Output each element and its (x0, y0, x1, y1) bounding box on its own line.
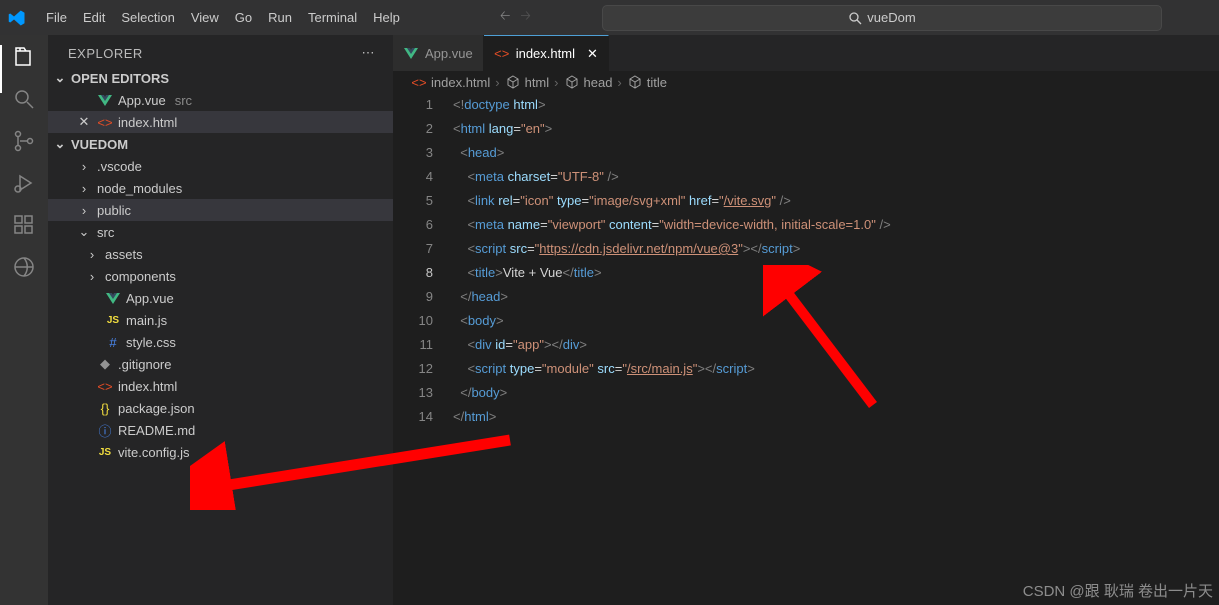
html-icon: <> (411, 74, 427, 90)
extensions-icon[interactable] (12, 213, 36, 237)
file-item[interactable]: JSmain.js (48, 309, 393, 331)
info-icon: ⓘ (97, 422, 113, 438)
file-item[interactable]: JSvite.config.js (48, 441, 393, 463)
tab-App-vue[interactable]: App.vue (393, 35, 484, 71)
cube-icon (564, 74, 580, 90)
tab-index-html[interactable]: <>index.html✕ (484, 35, 609, 71)
open-editors-header[interactable]: ⌄ OPEN EDITORS (48, 67, 393, 89)
folder-item[interactable]: ›.vscode (48, 155, 393, 177)
file-item[interactable]: ◆.gitignore (48, 353, 393, 375)
file-item[interactable]: ⓘREADME.md (48, 419, 393, 441)
breadcrumbs[interactable]: <>index.html›html›head›title (393, 71, 1219, 93)
close-icon[interactable]: ✕ (76, 114, 92, 130)
nav-back-icon[interactable]: 🡠 (500, 7, 511, 29)
menu-run[interactable]: Run (260, 6, 300, 29)
line-gutter: 1234567891011121314 (393, 93, 453, 605)
nav-forward-icon[interactable]: 🡢 (520, 7, 531, 29)
vue-icon (403, 45, 419, 61)
search-box[interactable]: vueDom (602, 5, 1162, 31)
explorer-title: EXPLORER (68, 46, 143, 61)
menu-edit[interactable]: Edit (75, 6, 113, 29)
explorer-icon[interactable] (12, 45, 36, 69)
css-icon: # (105, 334, 121, 350)
watermark: CSDN @跟 耿瑞 卷出一片天 (1023, 580, 1213, 601)
js-icon: JS (97, 444, 113, 460)
titlebar: FileEditSelectionViewGoRunTerminalHelp 🡠… (0, 0, 1219, 35)
cube-icon (627, 74, 643, 90)
activity-bar (0, 35, 48, 605)
chevron-down-icon: ⌄ (76, 224, 92, 240)
menu-file[interactable]: File (38, 6, 75, 29)
vue-icon (105, 290, 121, 306)
nav-arrows: 🡠 🡢 (500, 7, 531, 29)
file-item[interactable]: {}package.json (48, 397, 393, 419)
chevron-right-icon: › (84, 246, 100, 262)
search-text: vueDom (867, 10, 915, 25)
vue-icon (97, 92, 113, 108)
explorer-more-icon[interactable]: ⋯ (362, 45, 376, 61)
open-editor-item[interactable]: ✕<>index.html (48, 111, 393, 133)
json-icon: {} (97, 400, 113, 416)
file-item[interactable]: #style.css (48, 331, 393, 353)
js-icon: JS (105, 312, 121, 328)
menu-help[interactable]: Help (365, 6, 408, 29)
breadcrumb-item[interactable]: <>index.html (411, 74, 490, 90)
folder-item[interactable]: ›assets (48, 243, 393, 265)
source-control-icon[interactable] (12, 129, 36, 153)
menu-go[interactable]: Go (227, 6, 260, 29)
search-icon (848, 11, 862, 25)
folder-item[interactable]: ›node_modules (48, 177, 393, 199)
folder-item[interactable]: ⌄src (48, 221, 393, 243)
chevron-right-icon: › (84, 268, 100, 284)
cube-icon (505, 74, 521, 90)
chevron-right-icon: › (76, 202, 92, 218)
chevron-right-icon: › (76, 158, 92, 174)
menu-terminal[interactable]: Terminal (300, 6, 365, 29)
search-activity-icon[interactable] (12, 87, 36, 111)
menu-view[interactable]: View (183, 6, 227, 29)
html-icon: <> (97, 114, 113, 130)
file-item[interactable]: <>index.html (48, 375, 393, 397)
remote-icon[interactable] (12, 255, 36, 279)
breadcrumb-item[interactable]: html (505, 74, 550, 90)
breadcrumb-item[interactable]: title (627, 74, 667, 90)
html-icon: <> (494, 46, 510, 62)
code-content[interactable]: <!doctype html><html lang="en"> <head> <… (453, 93, 1219, 605)
folder-item[interactable]: ›components (48, 265, 393, 287)
open-editor-item[interactable]: App.vuesrc (48, 89, 393, 111)
menu-bar: FileEditSelectionViewGoRunTerminalHelp (38, 10, 408, 25)
file-item[interactable]: App.vue (48, 287, 393, 309)
folder-item[interactable]: ›public (48, 199, 393, 221)
chevron-right-icon: › (76, 180, 92, 196)
code-editor[interactable]: 1234567891011121314 <!doctype html><html… (393, 93, 1219, 605)
chevron-down-icon: ⌄ (52, 70, 68, 86)
sidebar: EXPLORER ⋯ ⌄ OPEN EDITORS App.vuesrc ✕ <>i… (48, 35, 393, 605)
tabs-bar: App.vue<>index.html✕ (393, 35, 1219, 71)
breadcrumb-item[interactable]: head (564, 74, 613, 90)
git-icon: ◆ (97, 356, 113, 372)
menu-selection[interactable]: Selection (113, 6, 182, 29)
editor-area: App.vue<>index.html✕ <>index.html›html›h… (393, 35, 1219, 605)
project-header[interactable]: ⌄ VUEDOM (48, 133, 393, 155)
close-icon[interactable]: ✕ (587, 46, 598, 62)
debug-icon[interactable] (12, 171, 36, 195)
chevron-down-icon: ⌄ (52, 136, 68, 152)
html-icon: <> (97, 378, 113, 394)
vscode-logo-icon (8, 9, 26, 27)
